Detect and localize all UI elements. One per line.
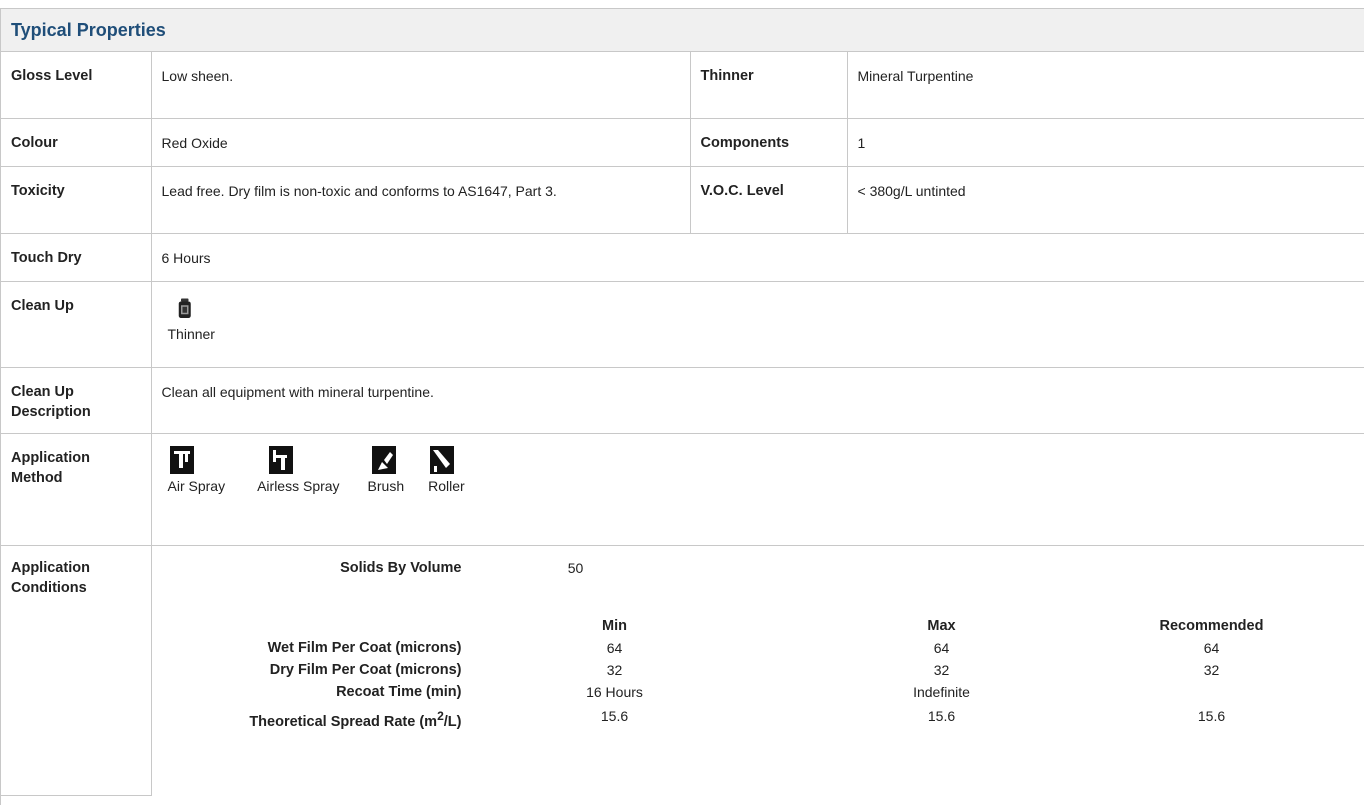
table-row: Colour Red Oxide Components 1 (1, 118, 1364, 167)
condition-max: 32 (933, 661, 950, 678)
voc-level-label: V.O.C. Level (690, 166, 848, 234)
condition-min: 15.6 (600, 707, 629, 724)
thinner-can-icon (178, 298, 191, 318)
thinner-label: Thinner (690, 52, 848, 119)
condition-recommended: 15.6 (1197, 707, 1226, 724)
condition-label: Wet Film Per Coat (microns) (267, 639, 462, 656)
gloss-level-label: Gloss Level (1, 52, 152, 119)
properties-table: Gloss Level Low sheen. Thinner Mineral T… (1, 52, 1364, 796)
method-caption: Brush (367, 477, 405, 494)
conditions-row: Dry Film Per Coat (microns) 32 32 32 (162, 660, 1362, 680)
roller-icon (430, 445, 455, 474)
colour-label: Colour (1, 118, 152, 167)
condition-recommended: 64 (1203, 639, 1220, 656)
condition-min: 32 (606, 661, 623, 678)
condition-min: 64 (606, 639, 623, 656)
application-conditions-grid: Solids By Volume 50 Min Max Recommended … (162, 558, 1355, 788)
clean-up-method: Thinner (168, 296, 1355, 344)
colour-value: Red Oxide (151, 118, 691, 167)
clean-up-value: Thinner (151, 281, 1364, 368)
table-row: Touch Dry 6 Hours (1, 233, 1364, 282)
touch-dry-value: 6 Hours (151, 233, 1364, 282)
section-title: Typical Properties (1, 8, 1364, 52)
column-header-max: Max (927, 617, 956, 634)
gloss-level-value: Low sheen. (151, 52, 691, 119)
touch-dry-label: Touch Dry (1, 233, 152, 282)
conditions-row: Theoretical Spread Rate (m2/L) 15.6 15.6… (162, 706, 1362, 730)
spread-rate-label-sup: 2 (437, 708, 444, 723)
table-row: Toxicity Lead free. Dry film is non-toxi… (1, 166, 1364, 234)
table-row: Clean Up Description Clean all equipment… (1, 367, 1364, 434)
conditions-header-row: Min Max Recommended (162, 616, 1362, 636)
spread-rate-label-prefix: Theoretical Spread Rate (m (249, 713, 438, 730)
condition-max: Indefinite (913, 683, 970, 700)
method-air-spray: Air Spray (167, 445, 226, 496)
table-row: Gloss Level Low sheen. Thinner Mineral T… (1, 52, 1364, 119)
solids-row: Solids By Volume 50 (162, 558, 1362, 578)
clean-up-description-value: Clean all equipment with mineral turpent… (151, 367, 1364, 434)
column-header-min: Min (602, 617, 627, 634)
table-row: Application Conditions Solids By Volume … (1, 545, 1364, 796)
condition-max: 64 (933, 639, 950, 656)
application-method-value: Air Spray Airless Spray Brush Roller (151, 433, 1364, 546)
thinner-value: Mineral Turpentine (847, 52, 1364, 119)
components-label: Components (690, 118, 848, 167)
method-caption: Air Spray (167, 477, 226, 494)
toxicity-label: Toxicity (1, 166, 152, 234)
method-caption: Airless Spray (257, 477, 340, 494)
table-row: Clean Up Thinner (1, 281, 1364, 368)
clean-up-caption: Thinner (167, 325, 215, 342)
condition-min: 16 Hours (586, 683, 643, 700)
condition-recommended: 32 (1203, 661, 1220, 678)
condition-max: 15.6 (927, 707, 956, 724)
method-brush: Brush (367, 445, 405, 496)
application-conditions-label: Application Conditions (1, 545, 152, 796)
clean-up-description-label: Clean Up Description (1, 367, 152, 434)
condition-label: Theoretical Spread Rate (m2/L) (162, 706, 462, 732)
application-method-list: Air Spray Airless Spray Brush Roller (167, 445, 1355, 496)
method-caption: Roller (428, 477, 465, 494)
brush-icon (371, 445, 396, 474)
toxicity-value: Lead free. Dry film is non-toxic and con… (151, 166, 691, 234)
table-row: Application Method Air Spray Airless Spr… (1, 433, 1364, 546)
application-method-label: Application Method (1, 433, 152, 546)
condition-label: Recoat Time (min) (336, 683, 462, 700)
spread-rate-label-suffix: /L) (443, 713, 462, 730)
conditions-row: Wet Film Per Coat (microns) 64 64 64 (162, 638, 1362, 658)
method-airless-spray: Airless Spray (257, 445, 340, 496)
condition-label: Dry Film Per Coat (microns) (269, 661, 462, 678)
typical-properties-panel: Typical Properties Gloss Level Low sheen… (0, 8, 1364, 805)
airless-spray-icon (269, 445, 294, 474)
application-conditions-value: Solids By Volume 50 Min Max Recommended … (151, 545, 1364, 796)
column-header-recommended: Recommended (1159, 617, 1264, 634)
components-value: 1 (847, 118, 1364, 167)
air-spray-icon (169, 445, 194, 474)
conditions-row: Recoat Time (min) 16 Hours Indefinite (162, 682, 1362, 702)
solids-value: 50 (567, 559, 584, 576)
solids-label: Solids By Volume (340, 559, 462, 576)
clean-up-label: Clean Up (1, 281, 152, 368)
method-roller: Roller (428, 445, 465, 496)
voc-level-value: < 380g/L untinted (847, 166, 1364, 234)
